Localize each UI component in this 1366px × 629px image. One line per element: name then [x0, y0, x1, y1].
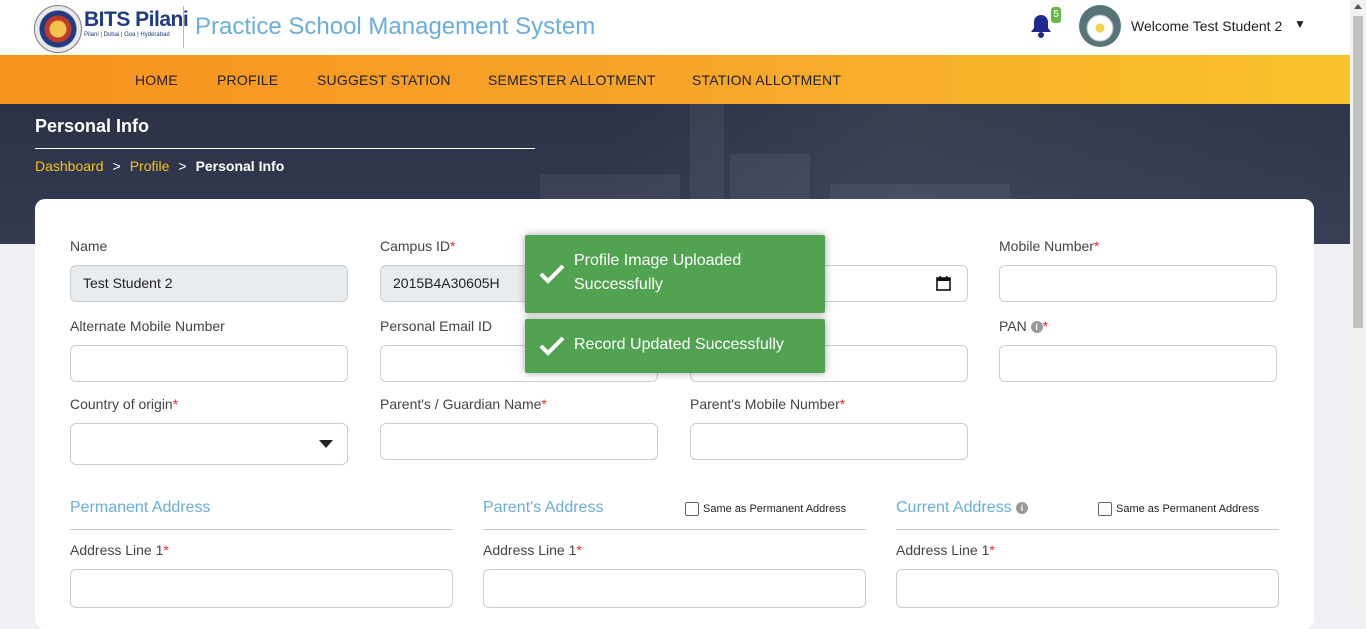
- current-address-rule: [896, 529, 1279, 530]
- parents-same-as-permanent-checkbox[interactable]: [685, 502, 699, 516]
- current-address-heading: Current Address i: [896, 499, 1029, 517]
- alt-mobile-label: Alternate Mobile Number: [70, 318, 225, 334]
- pan-label: PAN i *: [999, 318, 1049, 334]
- top-header: BITS Pilani Pilani | Dubai | Goa | Hyder…: [0, 0, 1350, 55]
- current-line1-label: Address Line 1*: [896, 542, 995, 558]
- permanent-address-rule: [70, 529, 453, 530]
- nav-suggest-station[interactable]: SUGGEST STATION: [317, 72, 451, 88]
- page-scrollbar[interactable]: [1350, 0, 1366, 613]
- page-title: Personal Info: [35, 116, 150, 136]
- logo-subtitle: Pilani | Dubai | Goa | Hyderabad: [84, 32, 170, 38]
- checkmark-icon: [539, 336, 565, 356]
- scroll-up-arrow-icon[interactable]: [1354, 4, 1362, 9]
- parent-mobile-field[interactable]: [690, 423, 968, 460]
- parents-address-rule: [483, 529, 866, 530]
- nav-station-allotment[interactable]: STATION ALLOTMENT: [692, 72, 841, 88]
- name-label: Name: [70, 238, 108, 254]
- logo-title: BITS Pilani: [84, 8, 189, 31]
- notification-bell-icon[interactable]: [1029, 13, 1053, 39]
- pan-info-icon[interactable]: i: [1030, 321, 1043, 333]
- nav-semester-allotment[interactable]: SEMESTER ALLOTMENT: [488, 72, 656, 88]
- breadcrumb: Dashboard > Profile > Personal Info: [35, 158, 284, 174]
- parents-address-heading: Parent's Address: [483, 499, 604, 516]
- nav-home[interactable]: HOME: [135, 72, 178, 88]
- guardian-name-field[interactable]: [380, 423, 658, 460]
- current-same-as-permanent-label[interactable]: Same as Permanent Address: [1116, 503, 1259, 515]
- breadcrumb-separator: >: [178, 158, 187, 174]
- country-select[interactable]: [70, 423, 348, 465]
- parents-line1-field[interactable]: [483, 569, 866, 608]
- permanent-line1-field[interactable]: [70, 569, 453, 608]
- checkmark-icon: [539, 264, 565, 284]
- toast-profile-image-uploaded[interactable]: Profile Image Uploaded Successfully: [525, 235, 825, 313]
- avatar[interactable]: [1079, 5, 1121, 47]
- breadcrumb-profile[interactable]: Profile: [130, 158, 170, 174]
- campus-id-label: Campus ID*: [380, 238, 456, 254]
- breadcrumb-separator: >: [112, 158, 121, 174]
- toast-message: Profile Image Uploaded Successfully: [574, 252, 742, 293]
- parent-mobile-label: Parent's Mobile Number*: [690, 396, 846, 412]
- permanent-line1-label: Address Line 1*: [70, 542, 169, 558]
- main-nav: HOME PROFILE SUGGEST STATION SEMESTER AL…: [0, 55, 1350, 104]
- mobile-label: Mobile Number*: [999, 238, 1100, 254]
- mobile-field[interactable]: [999, 265, 1277, 302]
- alt-mobile-field[interactable]: [70, 345, 348, 382]
- permanent-address-heading: Permanent Address: [70, 499, 211, 516]
- parents-line1-label: Address Line 1*: [483, 542, 582, 558]
- welcome-user-text[interactable]: Welcome Test Student 2: [1131, 18, 1282, 34]
- toast-record-updated[interactable]: Record Updated Successfully: [525, 319, 825, 373]
- user-menu-caret-icon[interactable]: ▼: [1294, 17, 1306, 31]
- current-line1-field[interactable]: [896, 569, 1279, 608]
- country-label: Country of origin*: [70, 396, 179, 412]
- dropdown-arrow-icon[interactable]: [319, 440, 333, 448]
- notification-count-badge: 5: [1051, 7, 1061, 23]
- bits-logo[interactable]: BITS Pilani Pilani | Dubai | Goa | Hyder…: [84, 8, 189, 39]
- current-address-info-icon[interactable]: i: [1016, 502, 1029, 514]
- current-same-as-permanent-checkbox[interactable]: [1098, 502, 1112, 516]
- app-title: Practice School Management System: [195, 13, 596, 40]
- scrollbar-thumb[interactable]: [1353, 16, 1363, 328]
- personal-email-label: Personal Email ID: [380, 318, 493, 334]
- calendar-icon[interactable]: [936, 276, 951, 291]
- nav-profile[interactable]: PROFILE: [217, 72, 278, 88]
- breadcrumb-dashboard[interactable]: Dashboard: [35, 158, 104, 174]
- logo-divider: [183, 6, 184, 48]
- parents-same-as-permanent-label[interactable]: Same as Permanent Address: [703, 503, 846, 515]
- title-underline: [35, 148, 535, 149]
- pan-field[interactable]: [999, 345, 1277, 382]
- bits-seal-logo[interactable]: [34, 5, 82, 53]
- guardian-name-label: Parent's / Guardian Name*: [380, 396, 547, 412]
- name-field[interactable]: Test Student 2: [70, 265, 348, 302]
- toast-message: Record Updated Successfully: [574, 336, 784, 353]
- breadcrumb-current: Personal Info: [195, 158, 285, 174]
